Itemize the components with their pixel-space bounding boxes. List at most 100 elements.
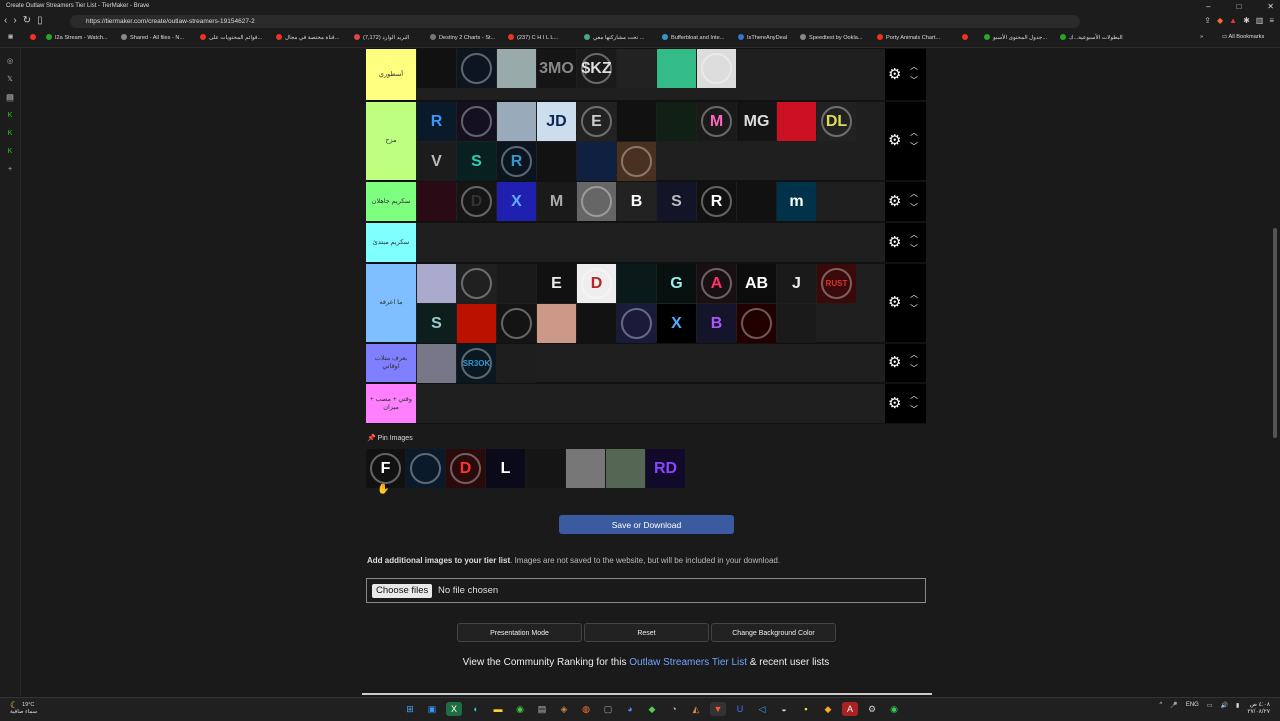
extensions-icon[interactable]: ✱ (1243, 16, 1250, 25)
tier-image[interactable] (737, 182, 776, 221)
tier-image[interactable] (697, 49, 736, 88)
tier-image[interactable]: B (617, 182, 656, 221)
reading-list-icon[interactable]: ▤ (6, 94, 14, 102)
pin-image[interactable]: F (366, 449, 405, 488)
save-download-button[interactable]: Save or Download (559, 515, 734, 534)
bookmark-item[interactable]: Porty Animals Chart... (877, 34, 940, 41)
chevron-up-icon[interactable]: ︿ (910, 62, 918, 71)
bookmark-item[interactable]: تحت مشاركتها معي ... (584, 34, 644, 41)
edge-icon[interactable]: ◐ (468, 702, 484, 716)
tier-image[interactable] (497, 49, 536, 88)
pin-image[interactable] (406, 449, 445, 488)
tier-label[interactable]: مزح (366, 102, 416, 180)
menu-icon[interactable]: ≡ (1269, 16, 1274, 25)
tier-image[interactable] (577, 142, 616, 181)
chevron-down-icon[interactable]: ﹀ (910, 76, 918, 85)
tier-image[interactable]: AB (737, 264, 776, 303)
mic-icon[interactable]: 🎤 (1170, 702, 1177, 716)
pin-image[interactable] (566, 449, 605, 488)
bookmark-item[interactable]: I2a Stream - Watch... (46, 34, 108, 41)
tier-image[interactable] (417, 344, 456, 383)
close-icon[interactable]: ✕ (1267, 0, 1274, 13)
tier-image[interactable] (537, 304, 576, 343)
tier-image[interactable]: E (577, 102, 616, 141)
weather-widget[interactable]: ☾ 19°C سماء صافية (10, 701, 37, 716)
bookmark-item[interactable]: IsThereAnyDeal (738, 34, 787, 41)
chevron-up-icon[interactable]: ︿ (910, 129, 918, 137)
chevron-up-icon[interactable]: ︿ (910, 351, 918, 359)
gear-icon[interactable]: ⚙ (888, 133, 901, 149)
tier-image[interactable] (617, 264, 656, 303)
sidebar-toggle-icon[interactable]: ▥ (1256, 16, 1264, 25)
tier-image[interactable]: M (697, 102, 736, 141)
tier-image[interactable] (777, 102, 816, 141)
tier-image[interactable]: SR3OK (457, 344, 496, 383)
bookmark-item[interactable] (30, 34, 39, 41)
pin-image[interactable]: L (486, 449, 525, 488)
bookmark-item[interactable]: Destiny 2 Charts - St... (430, 34, 495, 41)
bookmark-item[interactable]: (237) C H I L L... (508, 34, 558, 41)
tier-image[interactable] (497, 344, 536, 383)
tier-image[interactable] (457, 304, 496, 343)
back-icon[interactable]: ‹ (4, 15, 7, 26)
settings-icon[interactable]: ⚙ (864, 702, 880, 716)
pin-image[interactable]: RD (646, 449, 685, 488)
firefox-icon[interactable]: ◍ (578, 702, 594, 716)
tier-image[interactable]: MG (737, 102, 776, 141)
gear-icon[interactable]: ⚙ (888, 395, 901, 412)
change-background-button[interactable]: Change Background Color (711, 623, 836, 642)
chevron-down-icon[interactable]: ﹀ (910, 365, 918, 373)
chevron-down-icon[interactable]: ﹀ (910, 405, 918, 414)
community-ranking-link[interactable]: Outlaw Streamers Tier List (629, 657, 747, 668)
tier-image[interactable] (497, 304, 536, 343)
file-explorer-icon[interactable]: ▬ (490, 702, 506, 716)
tier-image[interactable]: R (697, 182, 736, 221)
battery-icon[interactable]: ▮ (1236, 702, 1239, 716)
apps-icon[interactable]: ▦ (8, 34, 13, 40)
gear-icon[interactable]: ⚙ (888, 295, 901, 311)
chevron-up-icon[interactable]: ︿ (910, 291, 918, 299)
app-icon[interactable]: ◈ (556, 702, 572, 716)
tier-image[interactable]: S (417, 304, 456, 343)
all-bookmarks[interactable]: ▭ All Bookmarks (1222, 34, 1264, 40)
bookmark-item[interactable]: البريد الوارد (7,172) (354, 34, 409, 41)
bookmark-icon[interactable]: ▯ (37, 15, 43, 26)
kick-icon[interactable]: K (6, 148, 14, 156)
app-icon[interactable]: ◒ (776, 702, 792, 716)
bookmark-item[interactable]: قوائم المحتويات على... (200, 34, 262, 41)
tier-image[interactable]: E (537, 264, 576, 303)
tier-image[interactable]: X (497, 182, 536, 221)
tier-label[interactable]: سكريم مبتدئ (366, 223, 416, 262)
tier-image[interactable] (457, 102, 496, 141)
tier-image[interactable]: S (657, 182, 696, 221)
tier-image[interactable] (657, 102, 696, 141)
vscode-icon[interactable]: ◁ (754, 702, 770, 716)
app-icon[interactable]: ◆ (820, 702, 836, 716)
tier-label[interactable]: وقتي + مصب + ميزان (366, 384, 416, 423)
brave-icon[interactable]: ▼ (710, 702, 726, 716)
notepad-icon[interactable]: ▤ (534, 702, 550, 716)
chevron-down-icon[interactable]: ﹀ (910, 244, 918, 253)
reset-button[interactable]: Reset (584, 623, 709, 642)
bookmark-item[interactable]: Bufferbloat and Inte... (662, 34, 724, 41)
tier-image[interactable] (457, 264, 496, 303)
tier-image[interactable]: D (457, 182, 496, 221)
choose-files-button[interactable]: Choose files (372, 584, 433, 598)
chevron-up-icon[interactable]: ^ (1160, 702, 1163, 716)
tier-image[interactable]: DL (817, 102, 856, 141)
language-indicator[interactable]: ENG (1186, 702, 1199, 716)
tier-image[interactable]: D (577, 264, 616, 303)
whatsapp-icon[interactable]: ◉ (886, 702, 902, 716)
widgets-icon[interactable]: ▣ (424, 702, 440, 716)
tier-image[interactable]: $KZ (577, 49, 616, 88)
tier-label[interactable]: سكريم جاهلان (366, 182, 416, 221)
tier-image[interactable]: B (697, 304, 736, 343)
tier-image[interactable]: RUST (817, 264, 856, 303)
tier-image[interactable]: S (457, 142, 496, 181)
chevron-up-icon[interactable]: ︿ (910, 230, 918, 239)
tier-image[interactable]: J (777, 264, 816, 303)
tier-label[interactable]: بعرف متلات اوقاتي (366, 344, 416, 382)
share-icon[interactable]: ⇪ (1204, 16, 1211, 25)
tier-image[interactable] (657, 49, 696, 88)
network-icon[interactable]: ▭ (1207, 702, 1213, 716)
